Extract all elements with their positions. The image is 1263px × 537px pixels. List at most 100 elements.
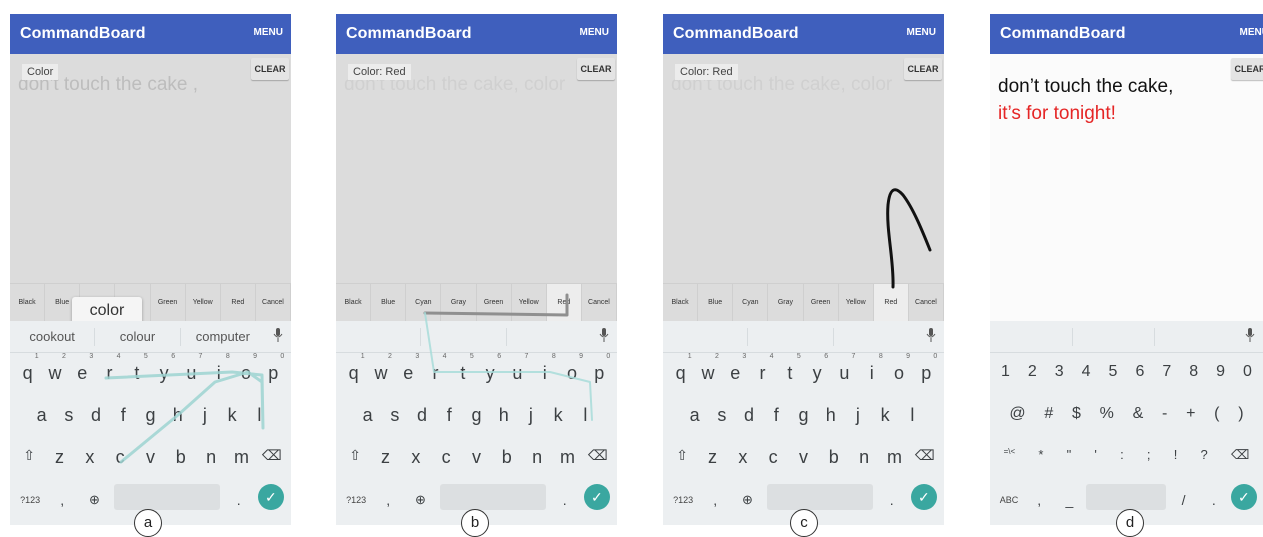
- key-b[interactable]: b: [821, 447, 847, 468]
- symbols-key[interactable]: ?123: [343, 495, 369, 505]
- color-option-red[interactable]: Red: [221, 284, 256, 321]
- key-comma[interactable]: ,: [702, 492, 728, 508]
- symbols-key[interactable]: ?123: [17, 495, 43, 505]
- color-option-cyan[interactable]: Cyan: [733, 284, 769, 321]
- key-d[interactable]: d: [83, 405, 109, 426]
- key-q[interactable]: 1q: [341, 353, 367, 384]
- key-k[interactable]: k: [545, 405, 571, 426]
- key-z[interactable]: z: [46, 447, 72, 468]
- key-exclamation[interactable]: !: [1174, 447, 1178, 463]
- key-h[interactable]: h: [165, 405, 191, 426]
- color-option-green[interactable]: Green: [804, 284, 839, 321]
- suggestion-item[interactable]: [1073, 327, 1156, 346]
- writing-canvas[interactable]: don't touch the cake , Color CLEAR: [10, 54, 291, 294]
- key-dollar[interactable]: $: [1072, 405, 1081, 423]
- key-w[interactable]: 2w: [695, 353, 721, 384]
- key-6[interactable]: 6: [1135, 363, 1144, 381]
- key-u[interactable]: 7u: [504, 353, 530, 384]
- key-p[interactable]: 0p: [586, 353, 612, 384]
- key-s[interactable]: s: [56, 405, 82, 426]
- key-comma[interactable]: ,: [1026, 492, 1052, 508]
- color-option-green[interactable]: Green: [151, 284, 186, 321]
- key-i[interactable]: 8i: [859, 353, 885, 384]
- key-i[interactable]: 8i: [532, 353, 558, 384]
- key-r[interactable]: 4r: [97, 353, 123, 384]
- backspace-icon[interactable]: ⌫: [259, 447, 285, 468]
- shift-key-icon[interactable]: ⇧: [669, 447, 695, 468]
- key-d[interactable]: d: [736, 405, 762, 426]
- color-option-cancel[interactable]: Cancel: [256, 284, 291, 321]
- key-apostrophe[interactable]: ': [1094, 447, 1096, 463]
- color-option-cyan[interactable]: Cyan: [406, 284, 442, 321]
- key-y[interactable]: 6y: [151, 353, 177, 384]
- key-r[interactable]: 4r: [750, 353, 776, 384]
- more-symbols-key[interactable]: =\<: [1004, 447, 1016, 463]
- key-period[interactable]: .: [879, 492, 905, 508]
- key-v[interactable]: v: [463, 447, 489, 468]
- key-p[interactable]: 0p: [260, 353, 286, 384]
- key-7[interactable]: 7: [1162, 363, 1171, 381]
- key-j[interactable]: j: [518, 405, 544, 426]
- key-5[interactable]: 5: [1109, 363, 1118, 381]
- key-semicolon[interactable]: ;: [1147, 447, 1151, 463]
- key-hash[interactable]: #: [1044, 405, 1053, 423]
- key-n[interactable]: n: [524, 447, 550, 468]
- key-8[interactable]: 8: [1189, 363, 1198, 381]
- key-k[interactable]: k: [219, 405, 245, 426]
- key-c[interactable]: c: [107, 447, 133, 468]
- key-l[interactable]: l: [899, 405, 925, 426]
- color-option-yellow[interactable]: Yellow: [839, 284, 874, 321]
- key-open-paren[interactable]: (: [1214, 405, 1219, 423]
- key-a[interactable]: a: [29, 405, 55, 426]
- key-9[interactable]: 9: [1216, 363, 1225, 381]
- symbols-key[interactable]: ?123: [670, 495, 696, 505]
- writing-canvas[interactable]: don't touch the cake, color Color: Red C…: [663, 54, 944, 294]
- key-m[interactable]: m: [554, 447, 580, 468]
- key-e[interactable]: 3e: [395, 353, 421, 384]
- key-o[interactable]: 9o: [559, 353, 585, 384]
- backspace-icon[interactable]: ⌫: [585, 447, 611, 468]
- key-t[interactable]: 5t: [777, 353, 803, 384]
- key-4[interactable]: 4: [1082, 363, 1091, 381]
- space-bar[interactable]: [113, 484, 220, 510]
- key-j[interactable]: j: [845, 405, 871, 426]
- key-f[interactable]: f: [436, 405, 462, 426]
- key-ampersand[interactable]: &: [1133, 405, 1144, 423]
- color-option-black[interactable]: Black: [10, 284, 46, 321]
- suggestion-item[interactable]: [834, 328, 918, 346]
- key-e[interactable]: 3e: [69, 353, 95, 384]
- key-n[interactable]: n: [851, 447, 877, 468]
- key-colon[interactable]: :: [1120, 447, 1124, 463]
- space-bar[interactable]: [1086, 484, 1167, 510]
- key-3[interactable]: 3: [1055, 363, 1064, 381]
- color-option-yellow[interactable]: Yellow: [512, 284, 547, 321]
- space-bar[interactable]: [766, 484, 873, 510]
- mic-icon[interactable]: [1237, 328, 1263, 345]
- mic-icon[interactable]: [265, 328, 291, 345]
- suggestion-item[interactable]: colour: [95, 327, 181, 346]
- key-quote[interactable]: ": [1067, 447, 1072, 463]
- key-close-paren[interactable]: ): [1238, 405, 1243, 423]
- key-h[interactable]: h: [818, 405, 844, 426]
- key-v[interactable]: v: [790, 447, 816, 468]
- clear-button[interactable]: CLEAR: [904, 58, 942, 80]
- key-underscore[interactable]: _: [1056, 492, 1082, 508]
- key-0[interactable]: 0: [1243, 363, 1252, 381]
- clear-button[interactable]: CLEAR: [1231, 58, 1263, 80]
- key-f[interactable]: f: [763, 405, 789, 426]
- key-k[interactable]: k: [872, 405, 898, 426]
- key-a[interactable]: a: [355, 405, 381, 426]
- key-o[interactable]: 9o: [233, 353, 259, 384]
- key-asterisk[interactable]: *: [1038, 447, 1043, 463]
- key-g[interactable]: g: [790, 405, 816, 426]
- color-option-gray[interactable]: Gray: [768, 284, 804, 321]
- key-h[interactable]: h: [491, 405, 517, 426]
- menu-button[interactable]: MENU: [907, 27, 936, 38]
- color-option-green[interactable]: Green: [477, 284, 512, 321]
- key-q[interactable]: 1q: [668, 353, 694, 384]
- key-p[interactable]: 0p: [913, 353, 939, 384]
- space-bar[interactable]: [439, 484, 546, 510]
- suggestion-item[interactable]: [507, 328, 591, 346]
- key-period[interactable]: .: [552, 492, 578, 508]
- backspace-icon[interactable]: ⌫: [912, 447, 938, 468]
